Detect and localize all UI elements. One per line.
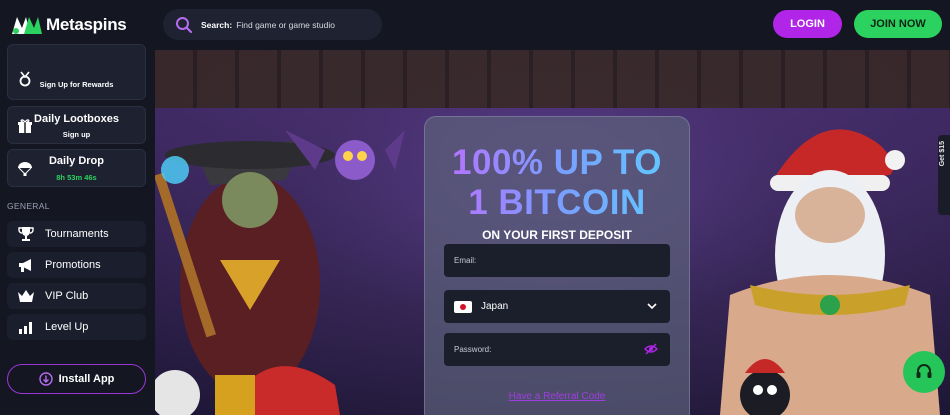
- brand-name: Metaspins: [46, 15, 127, 34]
- nav-item-tournaments[interactable]: Tournaments: [7, 221, 146, 247]
- login-button[interactable]: LOGIN: [773, 10, 842, 38]
- nav-item-vip-club[interactable]: VIP Club: [7, 283, 146, 309]
- headset-icon: [916, 364, 932, 378]
- section-label-general: GENERAL: [7, 201, 50, 211]
- promo-headline-line2: 1 BITCOIN: [425, 183, 689, 223]
- email-field[interactable]: Email:: [444, 244, 670, 277]
- rewards-card[interactable]: Sign Up for Rewards: [7, 44, 146, 100]
- nav-label-promotions: Promotions: [45, 259, 101, 271]
- search-label: Search:: [201, 19, 233, 30]
- brand-logo[interactable]: Metaspins: [10, 14, 127, 36]
- nav-item-level-up[interactable]: Level Up: [7, 314, 146, 340]
- megaphone-icon: [7, 257, 45, 273]
- password-placeholder: Password:: [454, 345, 492, 354]
- side-promo-tab-label: Get $15: [939, 141, 946, 167]
- promo-subheadline: ON YOUR FIRST DEPOSIT: [482, 228, 632, 242]
- nav-item-promotions[interactable]: Promotions: [7, 252, 146, 278]
- download-icon: [38, 372, 53, 386]
- search-icon: [176, 16, 193, 33]
- nav-label-vip-club: VIP Club: [45, 290, 89, 302]
- daily-drop-card[interactable]: Daily Drop 8h 53m 46s: [7, 149, 146, 187]
- sidebar: Sign Up for Rewards Daily Lootboxes Sign…: [0, 44, 155, 415]
- hero-banner: 100% UP TO 1 BITCOIN ON YOUR FIRST DEPOS…: [155, 50, 950, 415]
- referral-code-link[interactable]: Have a Referral Code: [425, 391, 689, 402]
- rewards-subtitle: Sign Up for Rewards: [39, 80, 114, 89]
- search-bar[interactable]: Search: Find game or game studio: [163, 9, 382, 40]
- daily-drop-countdown: 8h 53m 46s: [56, 173, 97, 182]
- wizard-character-illustration: [155, 130, 405, 415]
- nav-label-tournaments: Tournaments: [45, 228, 109, 240]
- password-field[interactable]: Password:: [444, 333, 670, 366]
- side-promo-tab[interactable]: Get $15: [938, 135, 950, 215]
- japan-flag-icon: [454, 300, 472, 313]
- daily-lootboxes-card[interactable]: Daily Lootboxes Sign up: [7, 106, 146, 144]
- eye-off-icon[interactable]: [644, 343, 658, 355]
- chevron-down-icon: [647, 303, 657, 310]
- signup-form-panel: 100% UP TO 1 BITCOIN ON YOUR FIRST DEPOS…: [424, 116, 690, 415]
- email-placeholder: Email:: [454, 256, 477, 265]
- trophy-icon: [7, 226, 45, 242]
- install-app-button[interactable]: Install App: [7, 364, 146, 394]
- nav-label-level-up: Level Up: [45, 321, 89, 333]
- promo-headline-line1: 100% UP TO: [425, 143, 689, 183]
- daily-drop-title: Daily Drop: [48, 155, 104, 167]
- install-app-label: Install App: [58, 373, 115, 385]
- daily-lootboxes-subtitle: Sign up: [62, 130, 91, 139]
- support-chat-button[interactable]: [903, 351, 945, 393]
- metaspins-logo-icon: [12, 17, 42, 34]
- search-placeholder: Find game or game studio: [236, 19, 335, 30]
- join-now-button[interactable]: JOIN NOW: [854, 10, 942, 38]
- hero-ceiling: [155, 50, 950, 108]
- crown-icon: [7, 288, 45, 304]
- country-value: Japan: [481, 301, 509, 312]
- bar-chart-icon: [7, 319, 45, 335]
- top-bar: Metaspins Search: Find game or game stud…: [0, 0, 950, 50]
- country-select[interactable]: Japan: [444, 290, 670, 323]
- daily-lootboxes-title: Daily Lootboxes: [34, 113, 119, 125]
